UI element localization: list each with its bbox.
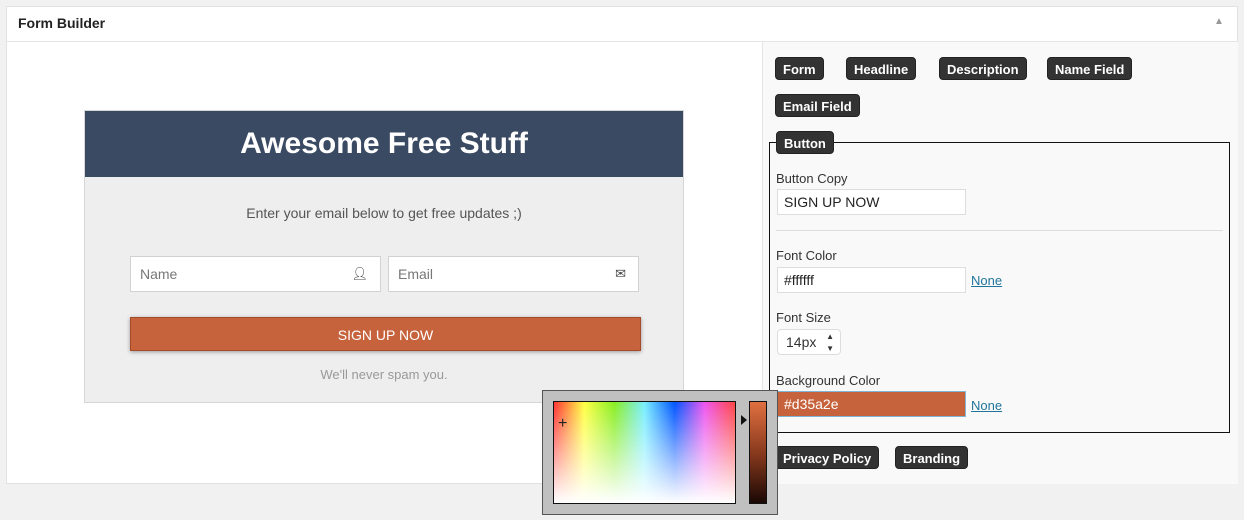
- background-color-input[interactable]: #d35a2e: [777, 391, 966, 417]
- section-headline-button[interactable]: Headline: [846, 57, 917, 80]
- button-copy-label: Button Copy: [776, 171, 848, 186]
- section-email-field-button[interactable]: Email Field: [775, 94, 860, 117]
- font-color-input[interactable]: #ffffff: [777, 267, 966, 293]
- section-button-legend[interactable]: Button: [776, 131, 834, 154]
- signup-button[interactable]: SIGN UP NOW: [130, 317, 641, 351]
- slider-pointer-icon[interactable]: [741, 415, 747, 425]
- color-picker: +: [542, 390, 778, 515]
- button-copy-input[interactable]: SIGN UP NOW: [777, 189, 966, 215]
- font-size-value: 14px: [786, 334, 817, 350]
- background-color-none-link[interactable]: None: [971, 398, 1002, 413]
- background-color-label: Background Color: [776, 373, 881, 388]
- spam-notice: We'll never spam you.: [320, 367, 448, 382]
- font-color-label: Font Color: [776, 248, 837, 263]
- select-arrows-icon: ▲ ▼: [826, 332, 834, 353]
- section-description-button[interactable]: Description: [939, 57, 1027, 80]
- name-placeholder: Name: [140, 266, 178, 282]
- font-size-label: Font Size: [776, 310, 831, 325]
- lightness-slider[interactable]: [749, 401, 767, 504]
- divider: [776, 230, 1223, 231]
- preview-description: Enter your email below to get free updat…: [246, 205, 522, 221]
- font-color-none-link[interactable]: None: [971, 273, 1002, 288]
- preview-headline: Awesome Free Stuff: [85, 111, 683, 177]
- form-preview: Awesome Free Stuff Enter your email belo…: [84, 110, 684, 403]
- crosshair-icon: +: [558, 415, 568, 432]
- section-privacy-policy-button[interactable]: Privacy Policy: [775, 446, 880, 469]
- user-icon: 👤︎: [351, 266, 368, 281]
- font-size-select[interactable]: 14px ▲ ▼: [777, 329, 841, 355]
- hue-saturation-area[interactable]: +: [553, 401, 736, 504]
- envelope-icon: ✉︎: [615, 266, 626, 281]
- name-input[interactable]: Name 👤︎: [130, 256, 381, 292]
- section-name-field-button[interactable]: Name Field: [1047, 57, 1133, 80]
- section-form-button[interactable]: Form: [775, 57, 824, 80]
- collapse-toggle-icon[interactable]: ▲: [1214, 16, 1224, 27]
- panel-title: Form Builder: [18, 15, 106, 31]
- email-input[interactable]: Email ✉︎: [388, 256, 639, 292]
- section-branding-button[interactable]: Branding: [895, 446, 969, 469]
- email-placeholder: Email: [398, 266, 434, 282]
